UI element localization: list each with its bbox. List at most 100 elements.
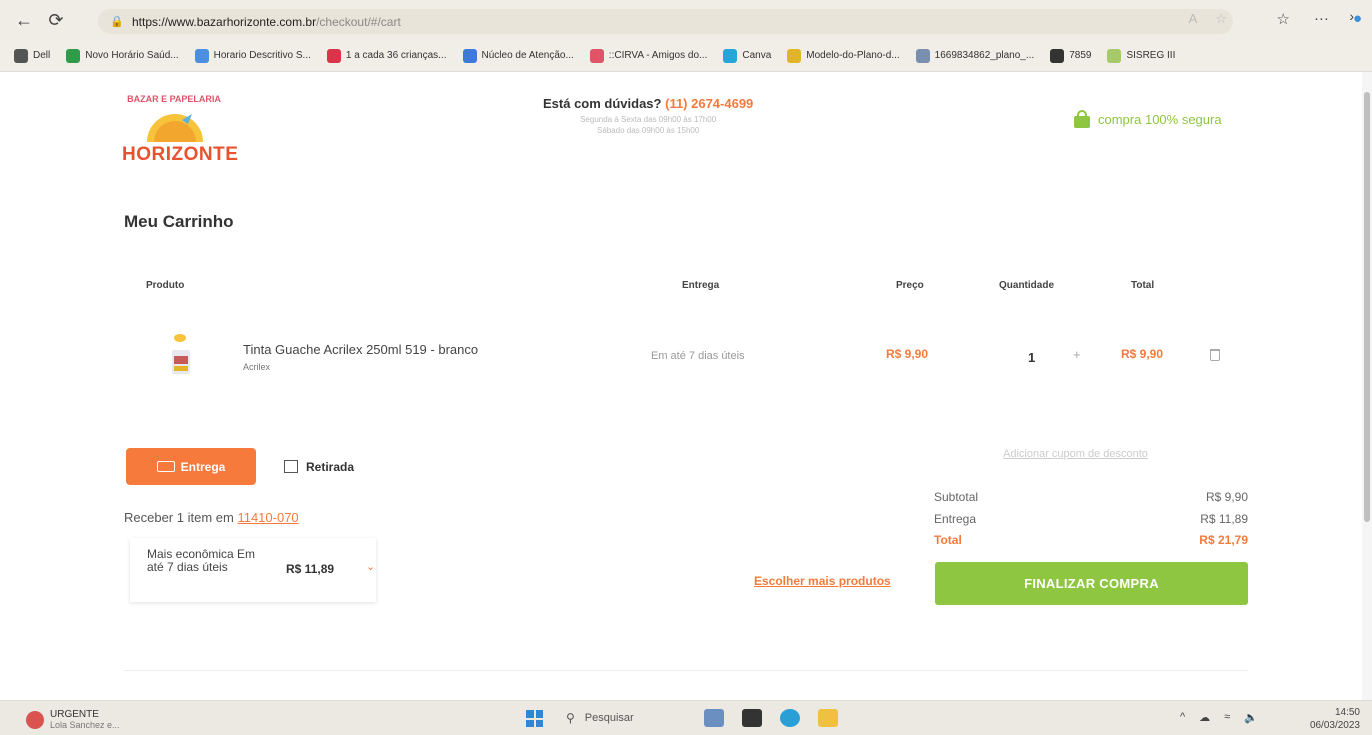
total-label: Total [934,533,962,547]
edge-browser-icon[interactable] [780,709,800,727]
bookmark-icon [723,48,738,63]
bookmark-icon [326,48,341,63]
bookmark-icon [915,48,930,63]
site-info-icon[interactable]: 🔒 [110,15,124,28]
help-hours-saturday: Sábado das 09h00 às 15h00 [596,126,700,135]
more-menu-icon[interactable]: ··· [1314,10,1329,28]
bookmark-label: Horario Descritivo S... [213,50,311,61]
store-logo[interactable]: BAZAR E PAPELARIA HORIZONTE [122,84,238,165]
pickup-tab-button[interactable]: Retirada [284,448,354,485]
product-name[interactable]: Tinta Guache Acrilex 250ml 519 - branco [243,342,478,357]
column-header-total: Total [1131,280,1155,291]
clock-date: 06/03/2023 [1309,720,1360,731]
bookmark-label: ::CIRVA - Amigos do... [608,50,708,61]
checkout-button[interactable]: FINALIZAR COMPRA [935,562,1248,605]
notification-subtitle: Lola Sanchez e... [50,720,120,730]
trash-icon[interactable] [1210,349,1220,361]
bookmark-label: 1669834862_plano_... [934,50,1035,61]
bookmark-item[interactable]: 1669834862_plano_... [915,48,1035,63]
bookmark-label: 7859 [1069,50,1092,61]
quantity-value[interactable]: 1 [1028,350,1035,365]
secure-label: compra 100% segura [1098,111,1222,127]
chevron-up-icon[interactable]: ^ [1180,711,1185,724]
product-brand: Acrilex [243,362,271,372]
favorites-bar-icon[interactable]: ☆ [1276,10,1289,28]
back-icon[interactable]: ← [8,4,40,36]
task-view-icon[interactable] [704,709,724,727]
bookmark-label: 1 a cada 36 crianças... [345,50,447,61]
product-price: R$ 9,90 [886,347,929,361]
column-header-price: Preço [896,280,924,291]
search-icon: ⚲ [566,711,575,725]
delivery-fee-label: Entrega [934,512,977,526]
bookmarks-more-icon[interactable]: › [1349,8,1354,24]
logo-text: HORIZONTE [122,144,239,165]
bookmark-label: Modelo-do-Plano-d... [806,50,900,61]
bookmark-icon [1050,48,1065,63]
chevron-down-icon[interactable]: ⌄ [366,560,375,573]
column-header-delivery: Entrega [682,280,720,291]
taskbar-search-label: Pesquisar [584,712,634,724]
product-delivery-time: Em até 7 dias úteis [651,350,745,362]
bookmark-label: SISREG III [1126,50,1176,61]
delivery-tab-button[interactable]: Entrega [126,448,256,485]
bookmark-icon [14,48,28,63]
bookmark-item[interactable]: Modelo-do-Plano-d... [787,48,900,63]
alert-icon [26,710,44,729]
store-icon [284,460,298,473]
url-host: https://www.bazarhorizonte.com.br [132,14,317,29]
cloud-icon[interactable]: ☁ [1199,711,1210,724]
bookmarks-bar: Dell Novo Horário Saúd... Horario Descriti… [0,40,1372,72]
address-bar[interactable]: 🔒 https://www.bazarhorizonte.com.br /che… [98,9,1233,34]
delivery-tab-label: Entrega [180,459,226,474]
total-value: R$ 21,79 [1199,533,1248,547]
help-hours-weekdays: Segunda à Sexta das 09h00 às 17h00 [580,115,717,124]
bookmark-icon [194,48,209,63]
bookmark-item[interactable]: SISREG III [1107,48,1176,63]
zip-code-link[interactable]: 11410-070 [237,510,298,525]
shipping-option-select[interactable]: Mais econômica Em até 7 dias úteis R$ 11… [130,538,376,602]
help-phone[interactable]: (11) 2674-4699 [665,96,753,111]
help-question: Está com dúvidas? [543,96,662,111]
reload-icon[interactable]: ⟳ [40,4,72,36]
page-scrollbar[interactable] [1362,72,1372,700]
bookmark-item[interactable]: Novo Horário Saúd... [66,48,179,63]
bookmark-item[interactable]: Núcleo de Atenção... [462,48,574,63]
help-contact: Está com dúvidas? (11) 2674-4699 Segunda… [543,96,753,136]
bookmark-icon [787,48,802,63]
bookmark-item[interactable]: Horario Descritivo S... [194,48,311,63]
lock-icon [1074,110,1090,128]
quantity-increase-button[interactable]: + [1073,347,1081,362]
bookmark-label: Dell [33,50,51,61]
read-aloud-icon[interactable]: A [1189,11,1198,27]
wifi-icon[interactable]: ≈ [1224,711,1230,724]
product-image[interactable] [166,330,206,380]
bookmark-item[interactable]: Dell [14,48,51,63]
volume-icon[interactable]: 🔈 [1244,711,1258,724]
bookmark-icon [462,48,477,63]
bookmark-item[interactable]: 7859 [1050,48,1092,63]
bookmark-item[interactable]: ::CIRVA - Amigos do... [589,48,708,63]
app-icon[interactable] [742,709,762,727]
system-clock[interactable]: 14:50 06/03/2023 [1310,706,1360,732]
logo-arc-text: BAZAR E PAPELARIA [127,94,221,104]
edge-copilot-icon[interactable]: ● [1353,10,1362,28]
delivery-fee-value: R$ 11,89 [1200,512,1248,526]
shipping-option-label: Mais econômica Em até 7 dias úteis [147,547,256,574]
choose-more-products-link[interactable]: Escolher mais produtos [754,574,891,588]
notification-widget[interactable]: URGENTE Lola Sanchez e... [26,709,120,730]
subtotal-label: Subtotal [934,490,979,504]
browser-toolbar: ← ⟳ 🔒 https://www.bazarhorizonte.com.br … [0,0,1372,40]
add-coupon-link[interactable]: Adicionar cupom de desconto [1003,448,1148,460]
windows-start-icon[interactable] [526,710,543,727]
taskbar-search[interactable]: ⚲ Pesquisar [566,711,634,725]
bookmark-label: Canva [742,50,772,61]
file-explorer-icon[interactable] [818,709,838,727]
bookmark-item[interactable]: Canva [723,48,772,63]
bookmark-item[interactable]: 1 a cada 36 crianças... [326,48,447,63]
favorite-star-icon[interactable]: ☆ [1215,11,1227,27]
windows-taskbar: URGENTE Lola Sanchez e... ⚲ Pesquisar ^ … [0,700,1372,735]
footer-divider [124,670,1248,671]
bookmark-label: Núcleo de Atenção... [481,50,574,61]
scrollbar-thumb[interactable] [1364,92,1370,522]
